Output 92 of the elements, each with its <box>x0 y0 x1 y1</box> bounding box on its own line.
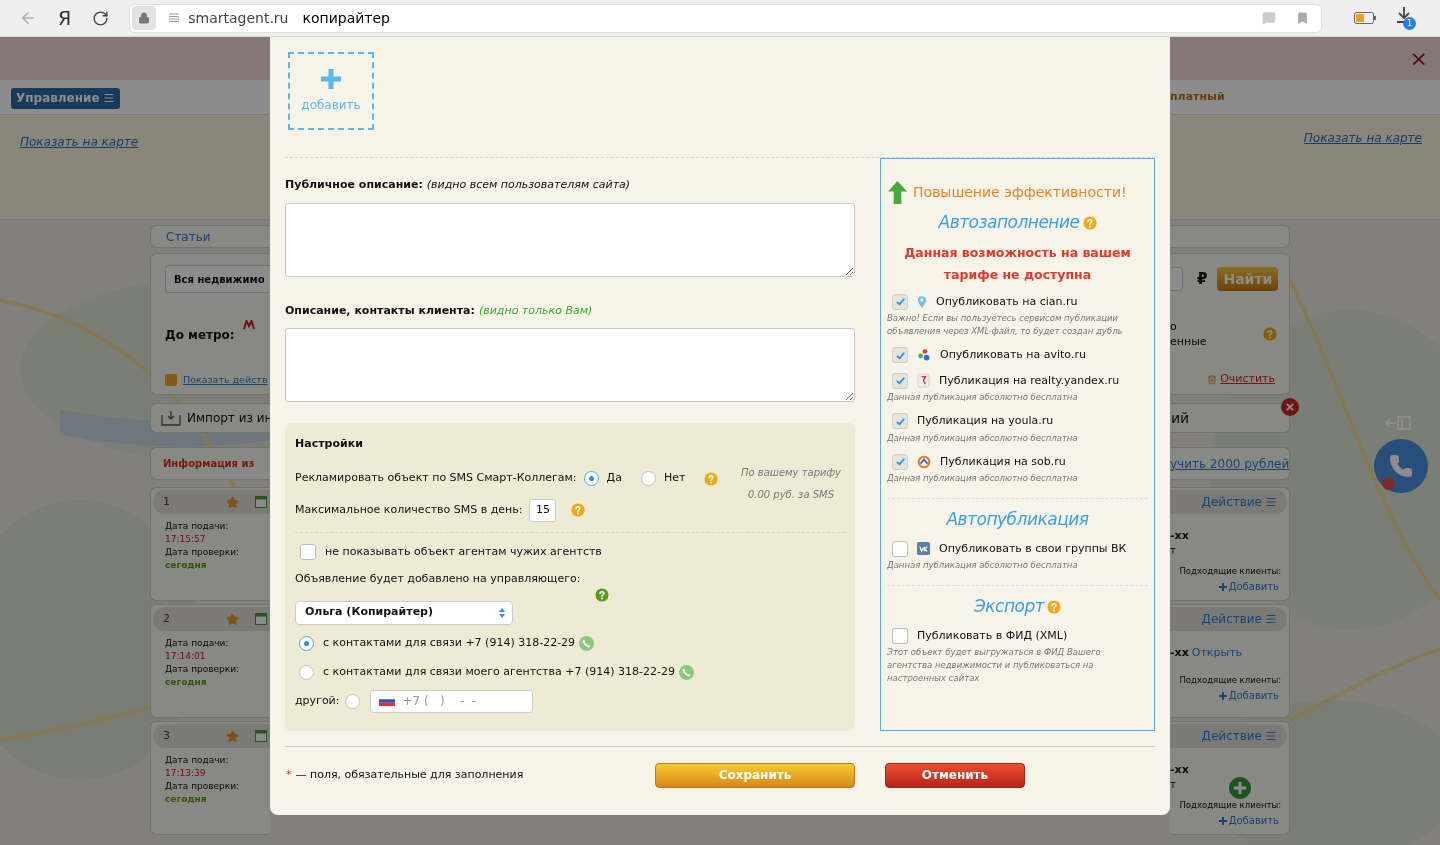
add-photo-button[interactable]: добавить <box>288 52 374 130</box>
add-client-link[interactable]: Добавить <box>1218 688 1279 704</box>
listing-time: 17:15:57 <box>165 533 207 546</box>
listing-label: Дата подачи: <box>165 754 230 767</box>
sms-count-field[interactable]: 15 <box>529 498 557 522</box>
tariff-note: По вашему тарифу <box>740 465 841 480</box>
field-hint: (видно только Вам) <box>478 302 593 319</box>
listing-label: Дата подачи: <box>165 637 230 650</box>
radio-label: с контактами для связи моего агентства +7 (914) 318-22-29 <box>323 664 675 681</box>
checkbox-label: Публикация на youla.ru <box>917 413 1054 429</box>
listing-label: Дата проверки: <box>165 663 241 676</box>
tariff-text: платный <box>1170 88 1226 105</box>
listing-status: сегодня <box>165 559 208 572</box>
phone-text: -xx <box>1170 645 1189 661</box>
radio-label: Нет <box>663 470 686 487</box>
open-link[interactable]: Открыть <box>1191 645 1243 662</box>
listing-time: 17:14:01 <box>165 650 207 663</box>
checkbox-label: Публикация на realty.yandex.ru <box>939 372 1120 389</box>
checkbox-label: не показывать объект агентам чужих агентств <box>325 543 602 560</box>
page-title: копирайтер <box>302 8 390 28</box>
field-hint: (видно всем пользователям сайта) <box>426 177 631 193</box>
currency-sign: ₽ <box>1197 268 1208 290</box>
phone-text: -xx <box>1170 528 1189 544</box>
listing-time: 17:13:39 <box>165 767 207 780</box>
radio-label: с контактами для связи +7 (914) 318-22-29 <box>323 635 576 652</box>
domain-text: smartagent.ru <box>188 8 289 28</box>
close-button[interactable]: × <box>1409 47 1428 70</box>
note-text: Этот объект будет выгружаться в ФИД Вашего агентства недвижимости и публиковаться на настроенных сайтах <box>887 646 1102 685</box>
phone-field[interactable]: +7 ( ) - - <box>370 689 534 713</box>
section-title: Настройки <box>295 436 364 452</box>
option-text: енные <box>1170 334 1207 349</box>
map-link[interactable]: Показать на карте <box>20 135 139 149</box>
note-text: Данная публикация абсолютно бесплатна <box>887 391 1079 404</box>
property-select[interactable]: Вся недвижимо <box>165 265 270 293</box>
checkbox-label: Опубликовать на cian.ru <box>936 293 1078 310</box>
required-note: — поля, обязательные для заполнения <box>295 766 524 783</box>
warning-text: Данная возможность на вашем тарифе не доступна <box>903 243 1132 284</box>
bonus-link[interactable]: учить 2000 рублей <box>1170 454 1290 473</box>
listing-text: т <box>1170 544 1176 557</box>
phone-text: -xx <box>1170 762 1189 778</box>
cancel-button[interactable]: Отменить <box>885 762 1025 788</box>
search-button[interactable]: Найти <box>1217 267 1279 291</box>
tab[interactable]: Статьи <box>150 225 270 248</box>
clients-label: Подходящие клиенты: <box>1178 564 1282 578</box>
required-mark: * <box>286 766 292 783</box>
listing-status: сегодня <box>165 676 208 689</box>
phone-input[interactable]: +7 ( ) - - <box>402 692 533 710</box>
radio-label: другой: <box>295 692 340 709</box>
radio-label: Да <box>606 470 622 487</box>
checkbox-label: Публиковать в ФИД (XML) <box>917 627 1068 644</box>
setting-label: Рекламировать объект по SMS Смарт-Коллегам: <box>295 470 577 487</box>
address-bar[interactable]: smartagent.ru копирайтер <box>129 3 1323 33</box>
checkbox-label: Публикация на sob.ru <box>940 453 1066 470</box>
note-text: Данная публикация абсолютно бесплатна <box>887 472 1079 485</box>
note-text: Данная публикация абсолютно бесплатна <box>887 431 1079 445</box>
clients-label: Подходящие клиенты: <box>1178 798 1282 812</box>
setting-label: Максимальное количество SMS в день: <box>295 501 523 518</box>
import-text: ий <box>1171 408 1190 428</box>
browser-logo[interactable]: Я <box>58 3 72 33</box>
save-button[interactable]: Сохранить <box>655 762 855 788</box>
field-label: Публичное описание: <box>285 177 423 193</box>
listing-number: 2 <box>163 610 170 627</box>
listing-label: Дата проверки: <box>165 546 241 559</box>
manage-button[interactable]: Управление <box>11 87 120 109</box>
map-link[interactable]: Показать на карте <box>1303 129 1422 219</box>
section-title: Автопубликация <box>946 508 1089 531</box>
tariff-note: 0.00 руб. за SMS <box>747 487 835 502</box>
listing-label: Дата проверки: <box>165 780 241 793</box>
checkbox-label: Опубликовать в свои группы ВК <box>939 540 1127 557</box>
clients-label: Подходящие клиенты: <box>1178 673 1282 687</box>
option-text: о <box>1170 319 1178 334</box>
actions-link[interactable]: Показать действ <box>183 373 268 388</box>
manager-select[interactable]: Ольга (Копирайтер) <box>295 600 513 625</box>
listing-label: Дата подачи: <box>165 520 230 533</box>
add-client-link[interactable]: Добавить <box>1218 579 1279 595</box>
section-title: Автозаполнение <box>938 211 1080 234</box>
section-title: Экспорт <box>973 595 1045 618</box>
metro-label: До метро: <box>165 327 235 344</box>
promo-title: Повышение эффективности! <box>913 183 1127 202</box>
clear-link[interactable]: Очистить <box>1220 371 1275 388</box>
listing-text: т <box>1170 778 1176 791</box>
note-text: Важно! Если вы пользуетесь сервисом публикации объявления через XML-файл, то будет создан дубль <box>887 312 1124 338</box>
note-text: Данная публикация абсолютно бесплатна <box>887 559 1079 572</box>
add-client-link[interactable]: Добавить <box>1218 813 1279 829</box>
download-count: 1 <box>1403 17 1417 30</box>
checkbox-label: Опубликовать на avito.ru <box>940 347 1086 363</box>
listing-number: 3 <box>163 727 170 744</box>
listing-status: сегодня <box>165 793 208 806</box>
field-label: Описание, контакты клиента: <box>285 302 475 319</box>
setting-label: Объявление будет добавлено на управляющего: <box>295 571 582 587</box>
info-title: Информация из <box>163 457 255 471</box>
listing-number: 1 <box>163 493 170 510</box>
